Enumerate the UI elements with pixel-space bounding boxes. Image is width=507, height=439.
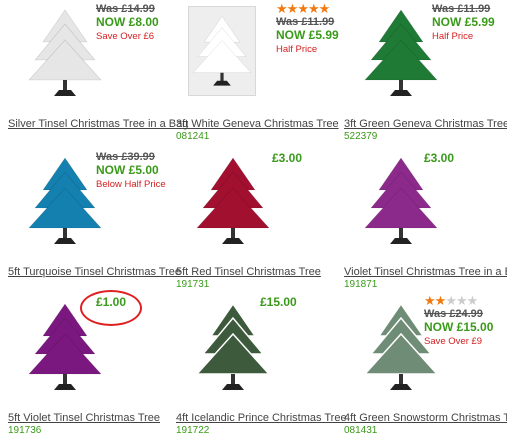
product-title-link[interactable]: 3ft Green Geneva Christmas Tree xyxy=(344,118,507,130)
turquoise-tree-icon[interactable] xyxy=(24,150,106,252)
product-code: 081431 xyxy=(344,425,378,436)
product-card[interactable]: Was £39.99 NOW £5.00 Below Half Price 5ft T… xyxy=(0,148,181,293)
star-icon: ★ xyxy=(455,293,468,308)
now-price: NOW £5.99 xyxy=(432,15,495,29)
product-title-link[interactable]: 5ft Violet Tinsel Christmas Tree xyxy=(8,412,160,424)
saving-note: Below Half Price xyxy=(96,179,166,190)
star-icon: ★ xyxy=(307,1,320,16)
star-icon: ★ xyxy=(434,293,447,308)
product-code: 191731 xyxy=(176,279,210,290)
product-card[interactable]: ★★★★★ Was £11.99 NOW £5.99 Half Price 3ft Wh… xyxy=(168,0,339,145)
product-card[interactable]: £3.00 Violet Tinsel Christmas Tree in a B… xyxy=(336,148,507,293)
product-title-link[interactable]: 3ft White Geneva Christmas Tree xyxy=(176,118,339,130)
product-title-link[interactable]: 4ft Green Snowstorm Christmas Tree xyxy=(344,412,507,424)
was-price: Was £39.99 xyxy=(96,151,155,163)
silver-tree-icon[interactable] xyxy=(24,2,106,104)
product-card[interactable]: £15.00 4ft Icelandic Prince Christmas Tre… xyxy=(168,294,347,439)
price: £3.00 xyxy=(424,151,455,165)
rating-stars: ★★★★★ xyxy=(424,293,504,308)
price-block: Was £11.99 NOW £5.99 Half Price xyxy=(432,3,507,43)
was-price: Was £14.99 xyxy=(96,3,155,15)
star-icon: ★ xyxy=(276,1,288,16)
product-code: 191722 xyxy=(176,425,210,436)
highlight-circle xyxy=(80,290,142,326)
was-price: Was £24.99 xyxy=(424,308,483,320)
price-block: £3.00 xyxy=(424,151,504,165)
green-tree-icon[interactable] xyxy=(360,2,442,104)
saving-note: Half Price xyxy=(432,31,474,42)
product-title-link[interactable]: Violet Tinsel Christmas Tree in a Bag xyxy=(344,266,507,278)
saving-note: Save Over £9 xyxy=(424,336,483,347)
now-price: NOW £5.00 xyxy=(96,163,159,177)
product-title-link[interactable]: 5ft Red Tinsel Christmas Tree xyxy=(176,266,321,278)
price-block: Was £39.99 NOW £5.00 Below Half Price xyxy=(96,151,176,191)
now-price: NOW £8.00 xyxy=(96,15,159,29)
star-icon: ★ xyxy=(297,1,309,16)
white-tree-icon[interactable] xyxy=(188,6,256,96)
star-icon: ★ xyxy=(445,293,457,308)
product-code: 191871 xyxy=(344,279,378,290)
product-card[interactable]: ★★★★★ Was £24.99 NOW £15.00 Save Over £9 4ft… xyxy=(336,293,507,439)
product-title-link[interactable]: Silver Tinsel Christmas Tree in a Bag xyxy=(8,118,188,130)
frosted-tree-icon[interactable] xyxy=(192,296,274,398)
product-code: 522379 xyxy=(344,131,378,142)
star-icon: ★ xyxy=(286,1,299,16)
was-price: Was £11.99 xyxy=(432,3,491,15)
price: £15.00 xyxy=(260,295,297,309)
now-price: NOW £15.00 xyxy=(424,320,494,334)
product-code: 081241 xyxy=(176,131,210,142)
star-icon: ★ xyxy=(424,293,436,308)
product-card[interactable]: £3.00 5ft Red Tinsel Christmas Tree 191731 xyxy=(168,148,333,293)
product-code: 191736 xyxy=(8,425,42,436)
star-icon: ★ xyxy=(466,293,479,308)
violet-tree-icon[interactable] xyxy=(360,150,442,252)
red-tree-icon[interactable] xyxy=(192,150,274,252)
product-title-link[interactable]: 4ft Icelandic Prince Christmas Tree xyxy=(176,412,347,424)
star-icon: ★ xyxy=(318,1,331,16)
price-block: £15.00 xyxy=(260,295,340,309)
product-card[interactable]: Was £11.99 NOW £5.99 Half Price 3ft Green G… xyxy=(336,0,507,145)
product-card[interactable]: Was £14.99 NOW £8.00 Save Over £6 Silver Ti… xyxy=(0,0,188,145)
price-block: ★★★★★ Was £24.99 NOW £15.00 Save Over £9 xyxy=(424,293,504,348)
saving-note: Save Over £6 xyxy=(96,31,155,42)
product-title-link[interactable]: 5ft Turquoise Tinsel Christmas Tree xyxy=(8,266,181,278)
price-block: Was £14.99 NOW £8.00 Save Over £6 xyxy=(96,3,176,43)
